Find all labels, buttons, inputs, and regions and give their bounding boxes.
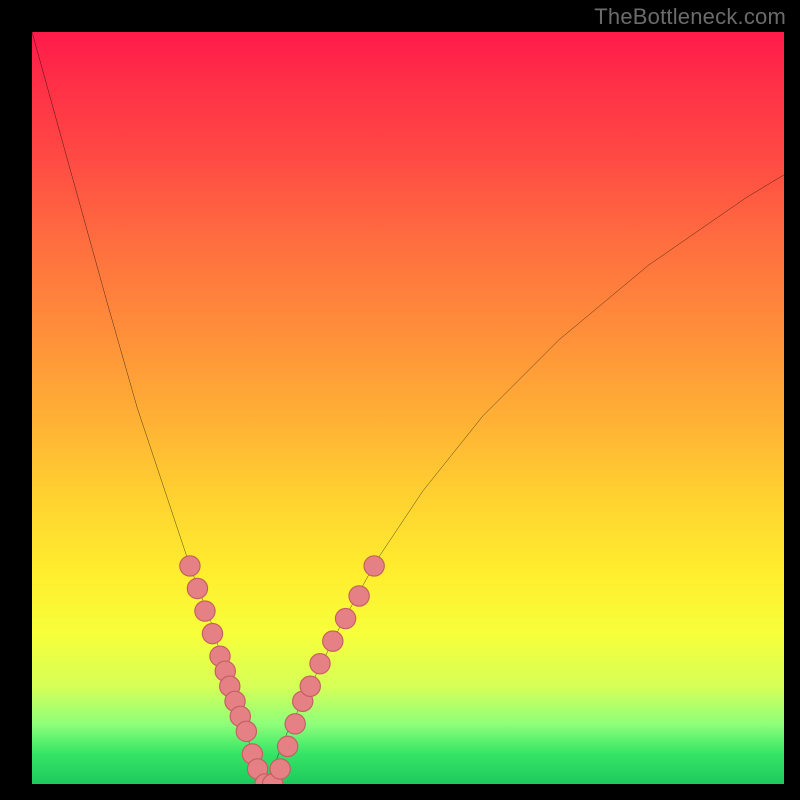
watermark-text: TheBottleneck.com xyxy=(594,4,786,30)
curve-marker xyxy=(335,608,355,628)
curve-marker xyxy=(187,578,207,598)
curve-marker xyxy=(195,601,215,621)
chart-frame: TheBottleneck.com xyxy=(0,0,800,800)
curve-marker xyxy=(349,586,369,606)
curve-marker xyxy=(300,676,320,696)
curve-marker xyxy=(285,714,305,734)
curve-markers xyxy=(180,556,385,784)
curve-marker xyxy=(270,759,290,779)
bottleneck-curve-svg xyxy=(32,32,784,784)
bottleneck-curve-path xyxy=(32,32,784,784)
plot-area xyxy=(32,32,784,784)
curve-marker xyxy=(202,623,222,643)
curve-marker xyxy=(310,654,330,674)
curve-marker xyxy=(236,721,256,741)
curve-marker xyxy=(278,736,298,756)
curve-marker xyxy=(323,631,343,651)
curve-marker xyxy=(364,556,384,576)
curve-marker xyxy=(180,556,200,576)
